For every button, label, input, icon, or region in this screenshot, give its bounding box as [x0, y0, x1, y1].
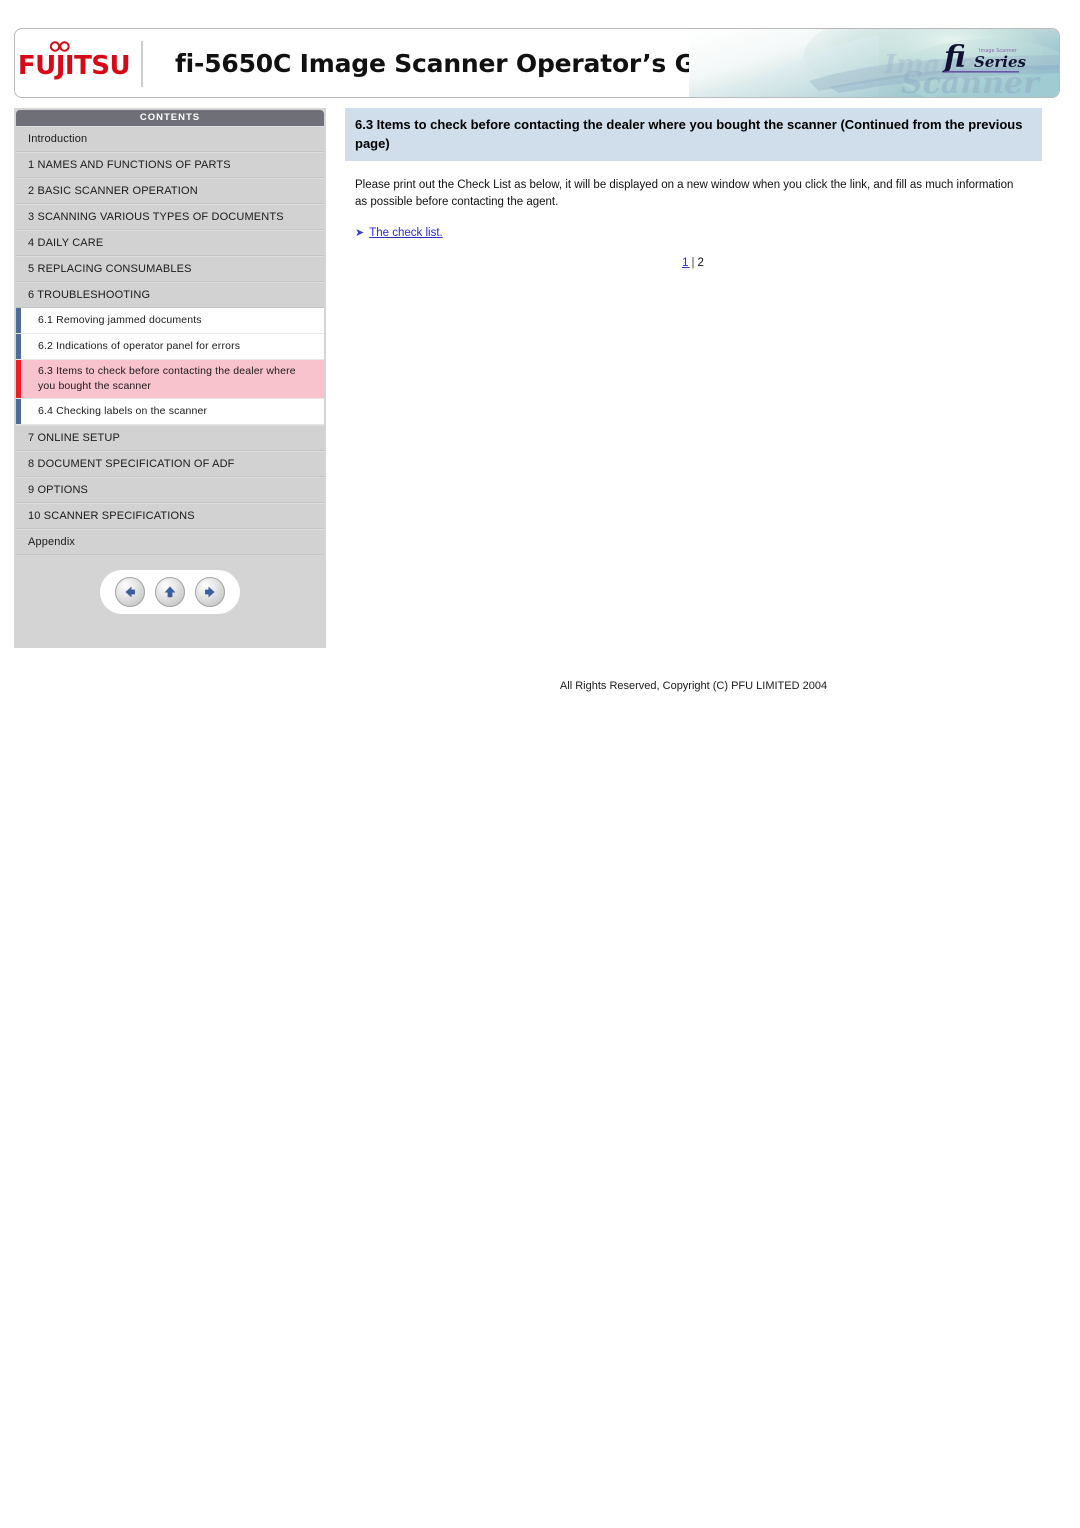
section-heading: 6.3 Items to check before contacting the… — [345, 108, 1042, 161]
svg-text:Image Scanner: Image Scanner — [979, 48, 1018, 54]
sidebar-item-label: 4 DAILY CARE — [28, 237, 104, 249]
section-paragraph: Please print out the Check List as below… — [355, 179, 1014, 208]
banner-brand-fi: fi — [942, 40, 966, 75]
sidebar-item-scanning-various-types-of-documents[interactable]: 3 SCANNING VARIOUS TYPES OF DOCUMENTS — [16, 204, 324, 230]
sidebar-item-online-setup[interactable]: 7 ONLINE SETUP — [16, 425, 324, 451]
fujitsu-infinity-mark-icon — [49, 41, 70, 52]
main-content: 6.3 Items to check before contacting the… — [345, 108, 1042, 269]
sidebar-item-indications-of-operator-panel-for-errors[interactable]: 6.2 Indications of operator panel for er… — [16, 334, 324, 360]
page-title: fi-5650C Image Scanner Operator’s Guide — [175, 48, 756, 78]
fujitsu-logo-text: FUJITSU — [17, 51, 131, 81]
check-list-link[interactable]: The check list. — [369, 227, 443, 239]
page-current-2: 2 — [697, 257, 705, 269]
sidebar-item-introduction[interactable]: Introduction — [16, 126, 324, 152]
sidebar-item-appendix[interactable]: Appendix — [16, 529, 324, 555]
sidebar-item-troubleshooting[interactable]: 6 TROUBLESHOOTING — [16, 282, 324, 308]
sidebar: CONTENTS Introduction 1 NAMES AND FUNCTI… — [14, 108, 326, 648]
sidebar-item-label: 6.3 Items to check before contacting the… — [38, 365, 296, 392]
sidebar-item-label: 7 ONLINE SETUP — [28, 432, 120, 444]
sidebar-item-daily-care[interactable]: 4 DAILY CARE — [16, 230, 324, 256]
up-button[interactable] — [155, 577, 185, 607]
arrow-right-icon — [205, 586, 215, 598]
page-header: FUJITSU fi-5650C Image Scanner Operator’… — [14, 28, 1060, 98]
sidebar-item-label: 5 REPLACING CONSUMABLES — [28, 263, 192, 275]
sidebar-item-label: 3 SCANNING VARIOUS TYPES OF DOCUMENTS — [28, 211, 284, 223]
sidebar-item-removing-jammed-documents[interactable]: 6.1 Removing jammed documents — [16, 308, 324, 334]
back-button[interactable] — [115, 577, 145, 607]
fujitsu-logo: FUJITSU — [15, 29, 133, 97]
sidebar-item-options[interactable]: 9 OPTIONS — [16, 477, 324, 503]
sidebar-item-scanner-specifications[interactable]: 10 SCANNER SPECIFICATIONS — [16, 503, 324, 529]
contents-header: CONTENTS — [16, 110, 324, 126]
page-link-1[interactable]: 1 — [682, 257, 689, 269]
sidebar-navigation — [100, 570, 240, 614]
sidebar-item-label: Appendix — [28, 536, 76, 548]
sidebar-item-label: 6.2 Indications of operator panel for er… — [38, 340, 241, 352]
sidebar-item-label: 9 OPTIONS — [28, 484, 89, 496]
footer-copyright: All Rights Reserved, Copyright (C) PFU L… — [559, 680, 828, 692]
header-divider — [141, 41, 143, 87]
sidebar-item-label: 6.4 Checking labels on the scanner — [38, 405, 208, 417]
arrow-up-icon — [164, 586, 176, 598]
sidebar-item-label: 6 TROUBLESHOOTING — [28, 289, 151, 301]
sidebar-item-basic-scanner-operation[interactable]: 2 BASIC SCANNER OPERATION — [16, 178, 324, 204]
sidebar-item-label: 10 SCANNER SPECIFICATIONS — [28, 510, 195, 522]
banner-brand-series: Series — [974, 53, 1027, 71]
arrow-left-icon — [125, 586, 135, 598]
sidebar-item-names-and-functions-of-parts[interactable]: 1 NAMES AND FUNCTIONS OF PARTS — [16, 152, 324, 178]
pagination-separator: | — [691, 257, 696, 269]
sidebar-item-items-to-check-before-contacting-dealer[interactable]: 6.3 Items to check before contacting the… — [16, 360, 324, 399]
sidebar-item-label: 2 BASIC SCANNER OPERATION — [28, 185, 198, 197]
sidebar-item-label: 8 DOCUMENT SPECIFICATION OF ADF — [28, 458, 235, 470]
fi-series-banner: Scanner Image fi Series Image Scanner — [689, 29, 1059, 97]
sidebar-item-document-specification-of-adf[interactable]: 8 DOCUMENT SPECIFICATION OF ADF — [16, 451, 324, 477]
sidebar-item-replacing-consumables[interactable]: 5 REPLACING CONSUMABLES — [16, 256, 324, 282]
arrow-bullet-icon: ➤ — [355, 226, 365, 239]
table-of-contents: Introduction 1 NAMES AND FUNCTIONS OF PA… — [16, 126, 324, 555]
sidebar-item-label: 6.1 Removing jammed documents — [38, 314, 202, 326]
check-list-link-row: ➤ The check list. — [345, 227, 1042, 239]
fi-series-banner-graphic: Scanner Image fi Series Image Scanner — [689, 29, 1059, 97]
forward-button[interactable] — [195, 577, 225, 607]
sidebar-item-label: Introduction — [28, 133, 88, 145]
pagination: 1 | 2 — [345, 257, 1042, 269]
sidebar-item-label: 1 NAMES AND FUNCTIONS OF PARTS — [28, 159, 231, 171]
sidebar-item-checking-labels-on-the-scanner[interactable]: 6.4 Checking labels on the scanner — [16, 399, 324, 425]
